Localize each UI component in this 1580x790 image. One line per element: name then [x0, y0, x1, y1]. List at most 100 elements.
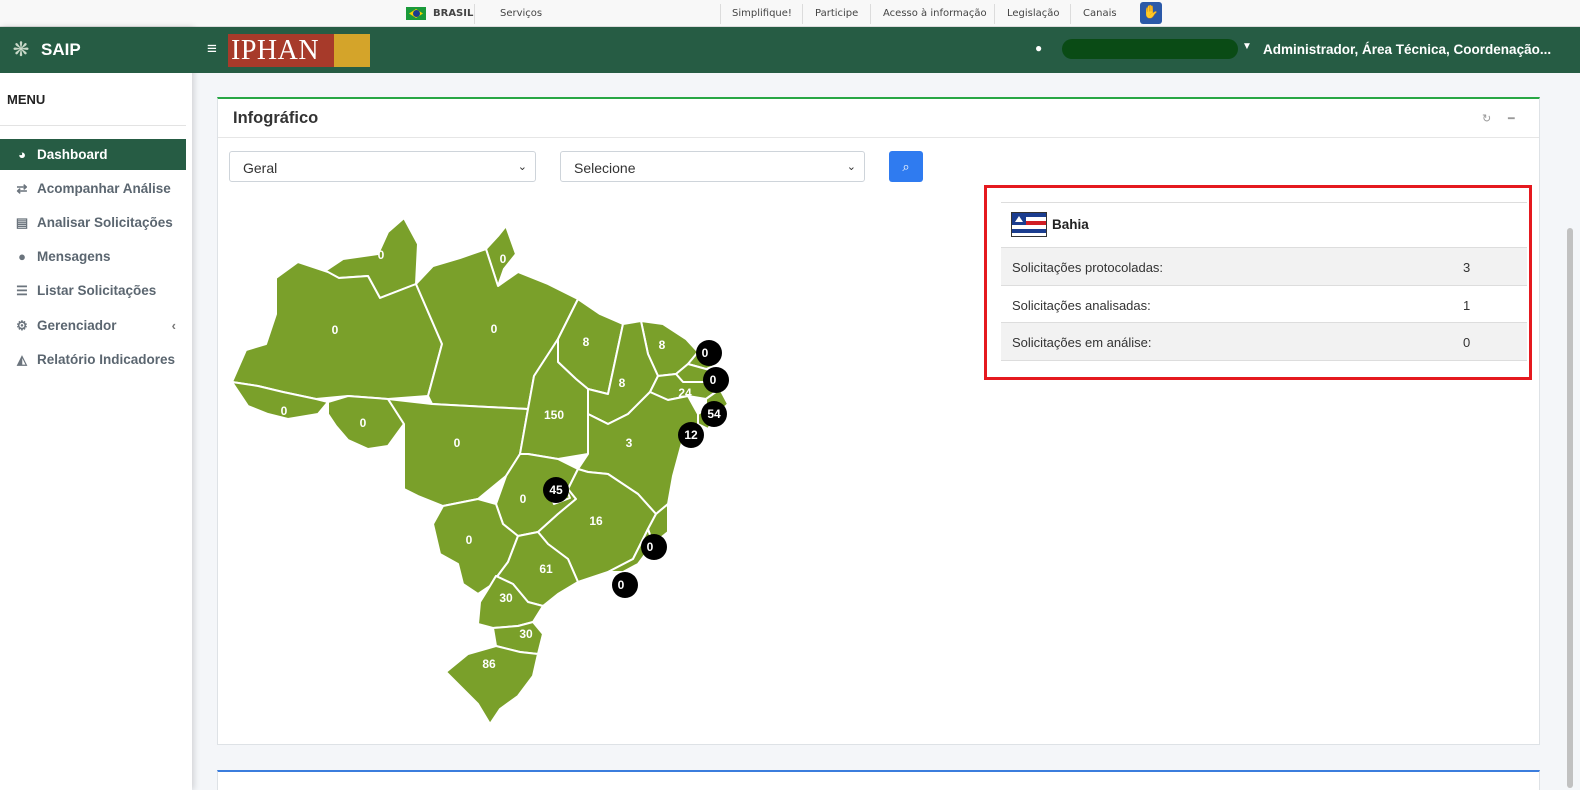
infografico-card: Infográfico ↻ ━ Geral ⌄ Selecione ⌄ ⌕ 0 …	[217, 97, 1540, 745]
map-label-mg: 16	[589, 514, 603, 528]
redacted-field[interactable]	[1062, 39, 1238, 59]
brazil-map: 0 0 0 0 8 8 8 24 0 0 0 150 3 0 16 0 61 3…	[231, 217, 729, 725]
map-label-es: 0	[647, 540, 654, 554]
iphan-logo[interactable]: IPHAN	[228, 34, 370, 67]
map-label-rr: 0	[378, 248, 385, 262]
map-label-rn: 0	[702, 346, 709, 360]
info-value-protocoladas: 3	[1463, 260, 1471, 275]
table-row: Solicitações protocoladas: 3	[1001, 248, 1527, 286]
accessibility-hand-icon[interactable]: ✋	[1140, 2, 1162, 24]
info-value-analisadas: 1	[1463, 297, 1471, 313]
sidebar-item-dashboard[interactable]: ◕ Dashboard	[0, 139, 186, 170]
saip-logo-icon: ❋	[12, 39, 30, 61]
map-label-mt: 0	[454, 436, 461, 450]
page-scrollbar[interactable]	[1567, 228, 1573, 788]
card-header-divider	[218, 137, 1539, 138]
sidebar-item-label: Relatório Indicadores	[37, 352, 176, 367]
info-label-em-analise: Solicitações em análise:	[1012, 335, 1152, 350]
gov-link-legislacao[interactable]: Legislação	[1007, 8, 1060, 19]
chevron-down-icon: ⌄	[846, 161, 856, 173]
brand-bar[interactable]: ❋ SAIP	[0, 27, 192, 73]
sidebar-item-relatorio-indicadores[interactable]: ◭ Relatório Indicadores	[0, 344, 186, 375]
map-label-ba: 3	[626, 436, 633, 450]
map-label-go: 0	[520, 492, 527, 506]
iphan-logo-subtitle	[334, 34, 370, 67]
map-label-pb: 0	[710, 373, 717, 387]
gov-divider	[870, 4, 871, 24]
state-select-value: Selecione	[574, 160, 636, 176]
gov-link-canais[interactable]: Canais	[1083, 8, 1117, 19]
gov-link-acesso-informacao[interactable]: Acesso à informação	[883, 8, 987, 19]
sidebar-item-gerenciador[interactable]: ⚙ Gerenciador ‹	[0, 310, 186, 341]
cogs-icon: ⚙	[16, 318, 28, 333]
map-label-ac: 0	[281, 404, 288, 418]
sidebar-item-label: Dashboard	[37, 147, 108, 162]
info-value-em-analise: 0	[1463, 335, 1471, 350]
map-label-pr: 30	[499, 591, 513, 605]
user-profile-label[interactable]: Administrador, Área Técnica, Coordenação…	[1263, 42, 1551, 57]
iphan-logo-text: IPHAN	[231, 35, 320, 66]
chevron-left-icon: ‹	[171, 318, 176, 333]
sidebar-item-label: Analisar Solicitações	[37, 215, 173, 230]
map-label-se: 12	[684, 428, 698, 442]
info-label-analisadas: Solicitações analisadas:	[1012, 297, 1151, 313]
type-select-value: Geral	[243, 160, 278, 176]
chat-icon[interactable]: ●	[1035, 41, 1042, 55]
hamburger-menu-icon[interactable]: ≡	[207, 39, 217, 59]
map-label-ap: 0	[500, 252, 507, 266]
bahia-flag-icon	[1011, 212, 1047, 237]
dashboard-icon: ◕	[18, 147, 26, 162]
list-icon: ☰	[16, 283, 28, 298]
gov-link-participe[interactable]: Participe	[815, 8, 858, 19]
info-label-protocoladas: Solicitações protocoladas:	[1012, 260, 1164, 275]
gov-bar: BRASIL Serviços Simplifique! Participe A…	[0, 0, 1580, 27]
area-chart-icon: ◭	[17, 352, 27, 367]
table-row: Solicitações em análise: 0	[1001, 323, 1527, 361]
menu-label: MENU	[7, 92, 46, 107]
state-select[interactable]: Selecione ⌄	[560, 151, 865, 182]
search-button[interactable]: ⌕	[889, 151, 923, 182]
state-info-table: Bahia Solicitações protocoladas: 3 Solic…	[1001, 202, 1527, 361]
map-label-ro: 0	[360, 416, 367, 430]
card-title: Infográfico	[233, 109, 319, 127]
minimize-icon[interactable]: ━	[1508, 112, 1515, 125]
gov-divider	[994, 4, 995, 24]
sidebar-item-label: Listar Solicitações	[37, 283, 157, 298]
map-badge-rj[interactable]	[612, 572, 638, 598]
map-label-pi: 8	[619, 376, 626, 390]
gov-link-simplifique[interactable]: Simplifique!	[732, 8, 792, 19]
map-label-ms: 0	[466, 533, 473, 547]
top-header: ≡ IPHAN ● ▼ Administrador, Área Técnica,…	[192, 27, 1580, 73]
sidebar-item-acompanhar-analise[interactable]: ⇄ Acompanhar Análise	[0, 173, 186, 204]
map-label-sc: 30	[519, 627, 533, 641]
exchange-icon: ⇄	[16, 181, 28, 196]
sidebar-item-analisar-solicitacoes[interactable]: ▤ Analisar Solicitações	[0, 207, 186, 238]
gov-link-servicos[interactable]: Serviços	[500, 8, 542, 19]
map-label-sp: 61	[539, 562, 553, 576]
state-info-highlight: Bahia Solicitações protocoladas: 3 Solic…	[984, 185, 1532, 380]
sidebar-item-label: Gerenciador	[37, 318, 117, 333]
sidebar-item-label: Mensagens	[37, 249, 111, 264]
map-badge-rn[interactable]	[696, 340, 722, 366]
state-info-header: Bahia	[1001, 203, 1527, 248]
sidebar: ❋ SAIP MENU ◕ Dashboard ⇄ Acompanhar Aná…	[0, 27, 192, 790]
map-badge-es[interactable]	[641, 534, 667, 560]
type-select[interactable]: Geral ⌄	[229, 151, 536, 182]
gov-brasil-link[interactable]: BRASIL	[433, 8, 473, 19]
sidebar-item-label: Acompanhar Análise	[37, 181, 171, 196]
comments-icon: ●	[18, 249, 26, 264]
map-label-to: 150	[544, 408, 564, 422]
map-label-df: 45	[549, 483, 563, 497]
gov-divider	[802, 4, 803, 24]
sidebar-item-listar-solicitacoes[interactable]: ☰ Listar Solicitações	[0, 275, 186, 306]
menu-divider	[0, 125, 186, 126]
sidebar-item-mensagens[interactable]: ● Mensagens	[0, 241, 186, 272]
gov-divider	[474, 4, 475, 24]
caret-down-icon[interactable]: ▼	[1242, 41, 1252, 52]
refresh-icon[interactable]: ↻	[1482, 112, 1491, 125]
state-name: Bahia	[1052, 217, 1089, 232]
brand-name: SAIP	[41, 40, 81, 59]
book-icon: ▤	[15, 215, 29, 230]
map-label-am: 0	[332, 323, 339, 337]
gov-divider	[1070, 4, 1071, 24]
